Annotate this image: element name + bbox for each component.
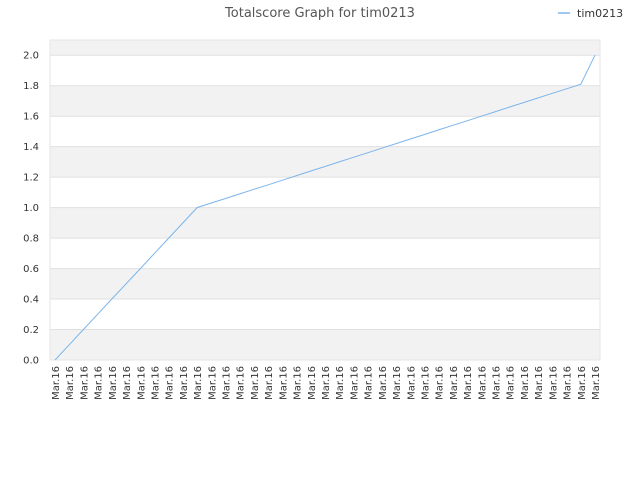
x-tick-label: Mar.16 bbox=[79, 366, 90, 400]
x-tick-label: Mar.16 bbox=[278, 366, 289, 400]
y-tick-label: 1.8 bbox=[23, 81, 39, 92]
x-tick-label: Mar.16 bbox=[150, 366, 161, 400]
x-tick-label: Mar.16 bbox=[463, 366, 474, 400]
x-tick-label: Mar.16 bbox=[406, 366, 417, 400]
plot-band bbox=[50, 268, 600, 300]
plot-bands bbox=[50, 40, 600, 360]
y-tick-label: 0.2 bbox=[23, 325, 39, 336]
x-tick-label: Mar.16 bbox=[236, 366, 247, 400]
x-tick-label: Mar.16 bbox=[51, 366, 62, 400]
x-tick-label: Mar.16 bbox=[179, 366, 190, 400]
x-tick-label: Mar.16 bbox=[264, 366, 275, 400]
x-axis-ticks: Mar.16 Mar.16 Mar.16 Mar.16 Mar.16 Mar.16 Mar.… bbox=[51, 366, 602, 400]
y-tick-label: 0.6 bbox=[23, 264, 39, 275]
x-tick-label: Mar.16 bbox=[392, 366, 403, 400]
x-tick-label: Mar.16 bbox=[520, 366, 531, 400]
y-tick-label: 0.8 bbox=[23, 234, 39, 245]
plot-band bbox=[50, 207, 600, 239]
legend[interactable]: tim0213 bbox=[558, 7, 623, 20]
y-tick-label: 0.0 bbox=[23, 356, 39, 367]
x-tick-label: Mar.16 bbox=[193, 366, 204, 400]
x-tick-label: Mar.16 bbox=[548, 366, 559, 400]
x-tick-label: Mar.16 bbox=[136, 366, 147, 400]
x-tick-label: Mar.16 bbox=[207, 366, 218, 400]
plot-band bbox=[50, 146, 600, 178]
x-tick-label: Mar.16 bbox=[449, 366, 460, 400]
x-tick-label: Mar.16 bbox=[435, 366, 446, 400]
x-tick-label: Mar.16 bbox=[165, 366, 176, 400]
x-tick-label: Mar.16 bbox=[250, 366, 261, 400]
x-tick-label: Mar.16 bbox=[335, 366, 346, 400]
x-tick-label: Mar.16 bbox=[65, 366, 76, 400]
x-tick-label: Mar.16 bbox=[420, 366, 431, 400]
x-tick-label: Mar.16 bbox=[307, 366, 318, 400]
x-tick-label: Mar.16 bbox=[222, 366, 233, 400]
y-tick-label: 0.4 bbox=[23, 295, 39, 306]
chart-title: Totalscore Graph for tim0213 bbox=[224, 6, 415, 21]
y-tick-label: 1.4 bbox=[23, 142, 39, 153]
x-tick-label: Mar.16 bbox=[477, 366, 488, 400]
x-tick-label: Mar.16 bbox=[349, 366, 360, 400]
x-tick-label: Mar.16 bbox=[364, 366, 375, 400]
x-tick-label: Mar.16 bbox=[591, 366, 602, 400]
legend-label[interactable]: tim0213 bbox=[577, 7, 623, 20]
x-tick-label: Mar.16 bbox=[94, 366, 105, 400]
x-tick-label: Mar.16 bbox=[563, 366, 574, 400]
x-tick-label: Mar.16 bbox=[378, 366, 389, 400]
y-tick-label: 2.0 bbox=[23, 51, 39, 62]
y-tick-label: 1.0 bbox=[23, 203, 39, 214]
line-chart: 0.0 0.2 0.4 0.6 0.8 1.0 1.2 1.4 1.6 1.8 2.0 Mar.16… bbox=[23, 6, 623, 400]
x-tick-label: Mar.16 bbox=[577, 366, 588, 400]
x-tick-label: Mar.16 bbox=[108, 366, 119, 400]
plot-band bbox=[50, 40, 600, 56]
x-tick-label: Mar.16 bbox=[293, 366, 304, 400]
x-tick-label: Mar.16 bbox=[321, 366, 332, 400]
x-tick-label: Mar.16 bbox=[534, 366, 545, 400]
y-axis-ticks: 0.0 0.2 0.4 0.6 0.8 1.0 1.2 1.4 1.6 1.8 2.0 bbox=[23, 51, 39, 367]
y-tick-label: 1.2 bbox=[23, 173, 39, 184]
x-tick-label: Mar.16 bbox=[122, 366, 133, 400]
plot-band bbox=[50, 329, 600, 360]
x-tick-label: Mar.16 bbox=[492, 366, 503, 400]
x-tick-label: Mar.16 bbox=[506, 366, 517, 400]
plot-band bbox=[50, 85, 600, 117]
y-tick-label: 1.6 bbox=[23, 112, 39, 123]
